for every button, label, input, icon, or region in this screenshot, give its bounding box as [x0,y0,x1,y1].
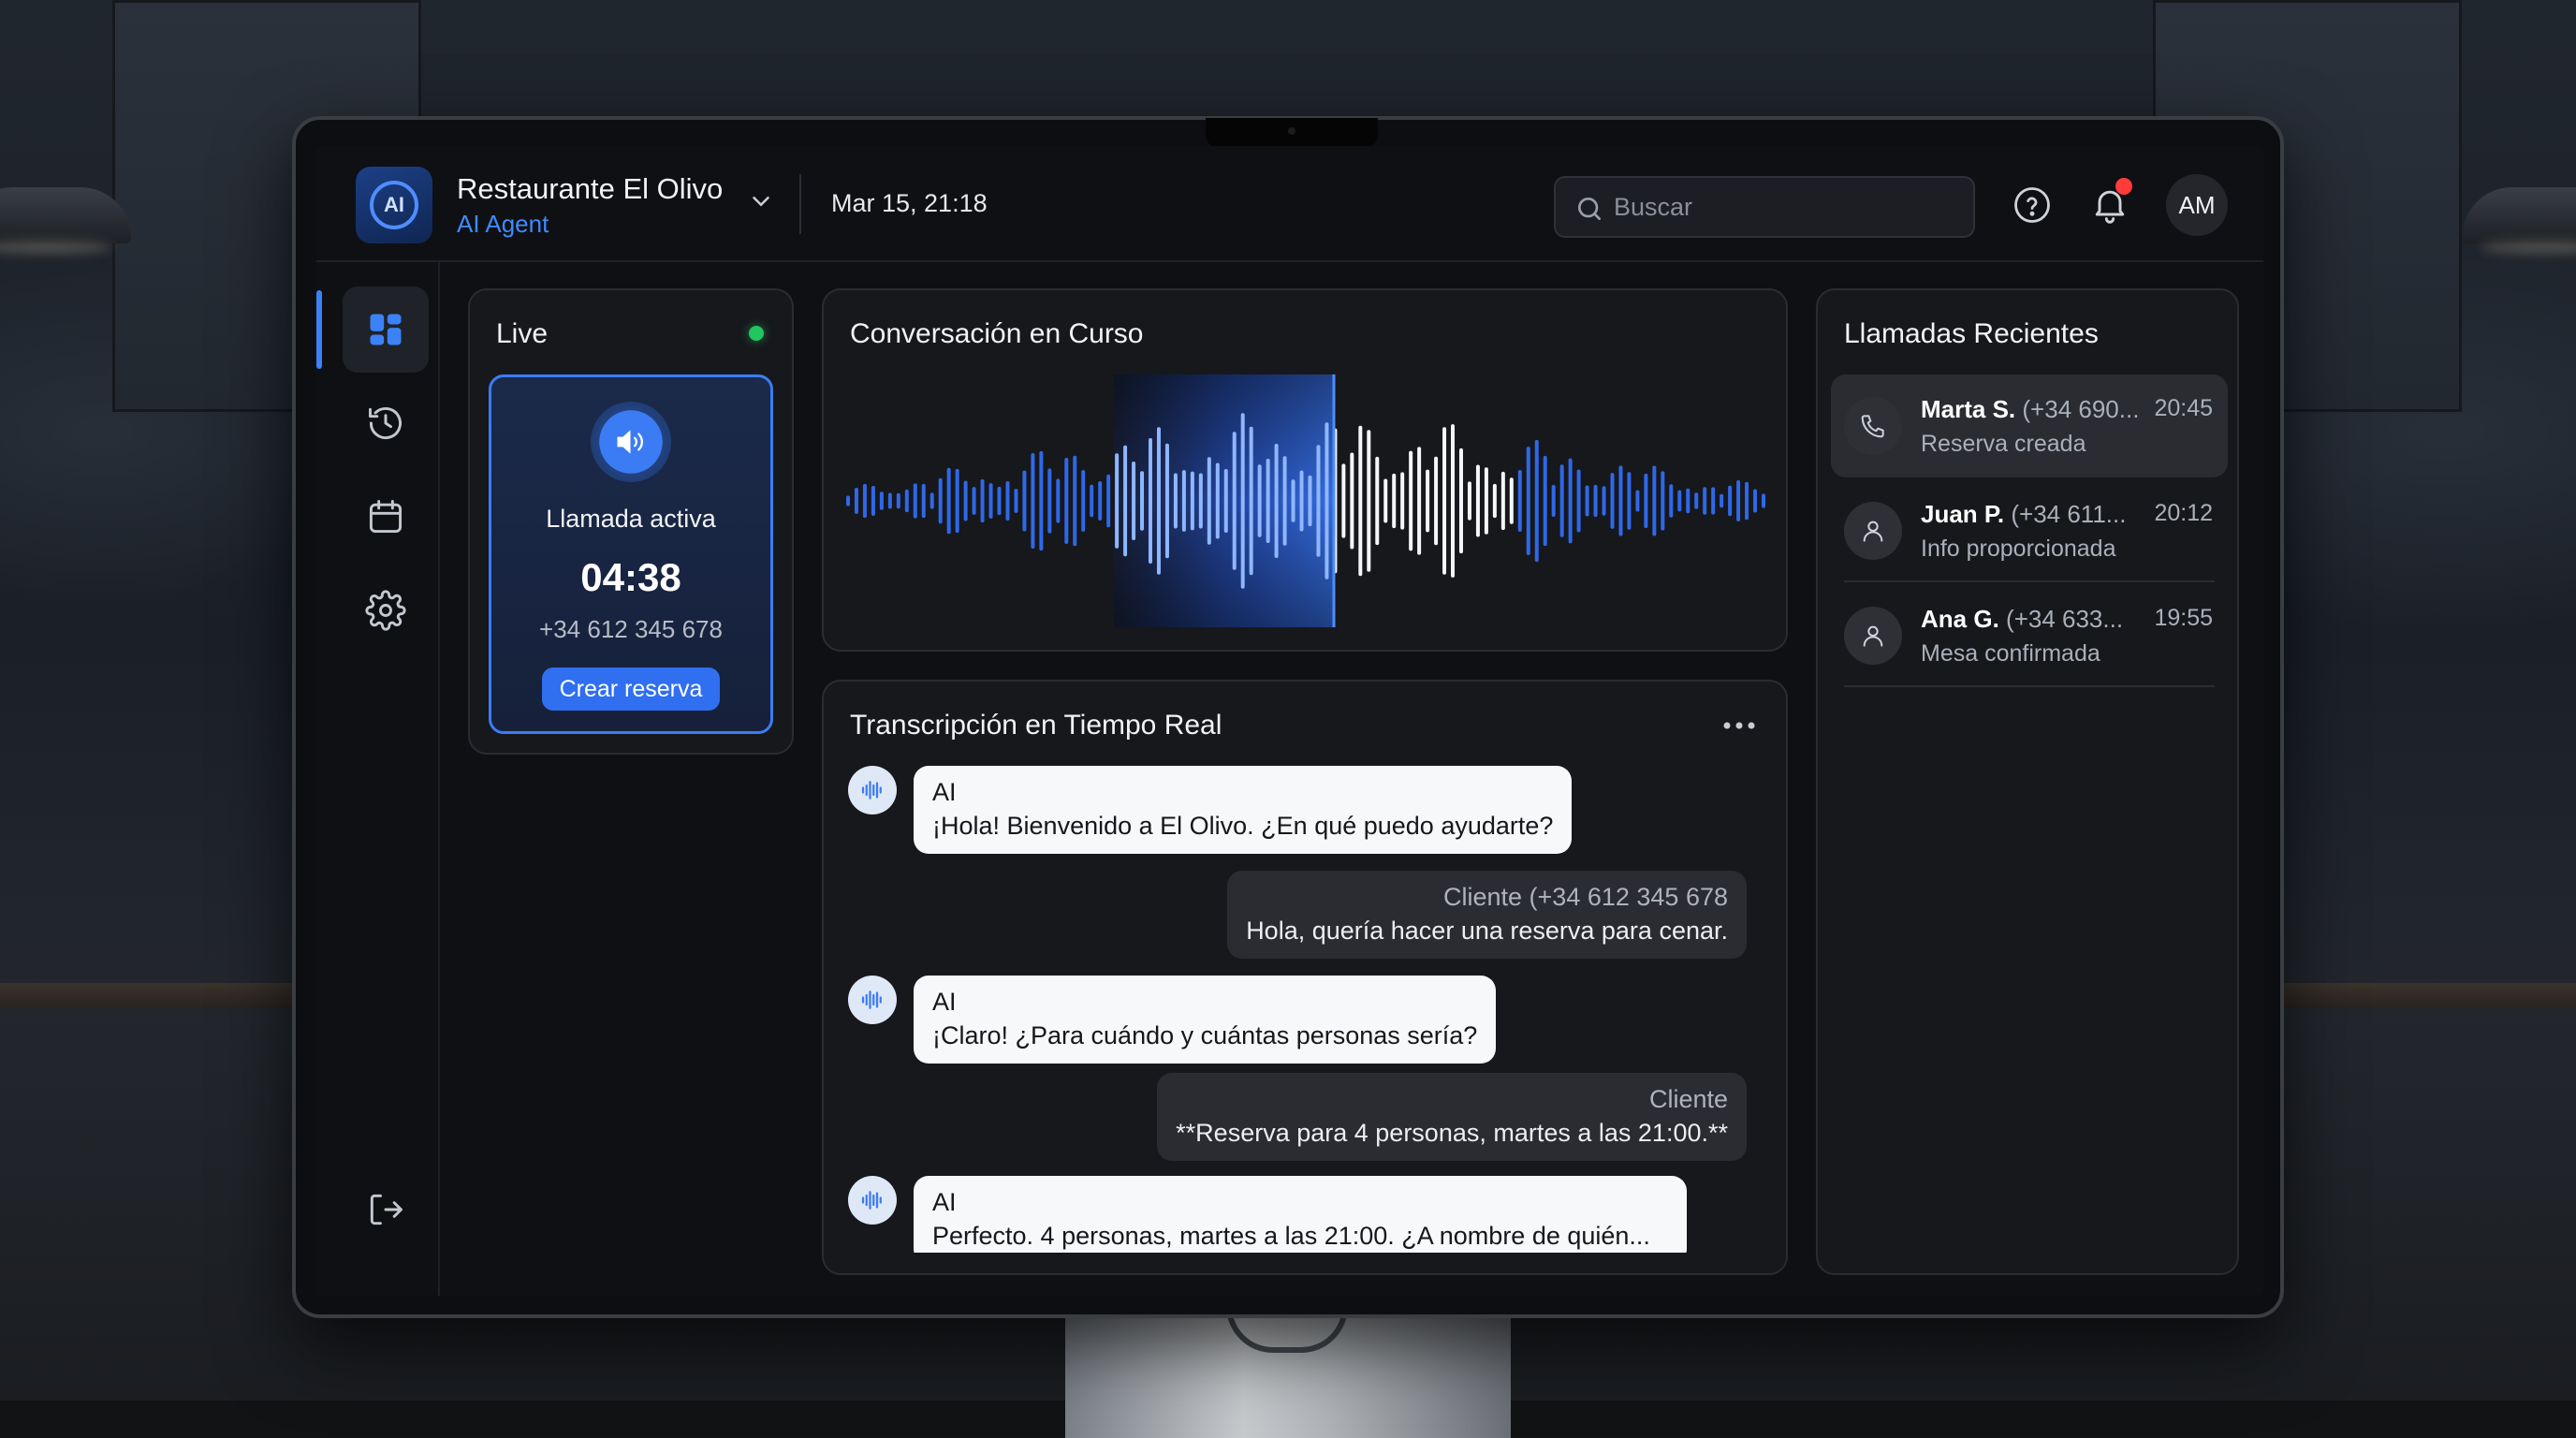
sidebar-item-dashboard[interactable] [343,286,429,373]
user-icon [1844,502,1902,560]
message-text: ¡Hola! Bienvenido a El Olivo. ¿En qué pu… [932,812,1554,840]
recent-call-item[interactable]: Juan P. (+34 611... 20:12 Info proporcio… [1831,479,2228,582]
speaker-icon [617,430,643,454]
sidebar-active-indicator [316,290,322,369]
transcript-messages: AI ¡Hola! Bienvenido a El Olivo. ¿En qué… [848,766,1765,1253]
caller-number: (+34 690... [2022,395,2140,423]
call-outcome: Reserva creada [1921,431,2086,457]
recent-calls-title: Llamadas Recientes [1844,318,2099,349]
calendar-icon [369,500,402,534]
call-time: 19:55 [2154,605,2213,631]
conversation-card: Conversación en Curso [822,288,1788,652]
restaurant-name[interactable]: Restaurante El Olivo [457,172,723,206]
caller-number: (+34 611... [2011,500,2127,528]
background-lamp-right [2462,187,2576,243]
background-lamp-left [0,187,131,243]
logout-icon [370,1194,402,1225]
sidebar [316,262,440,1296]
caller-name: Marta S. (+34 690... [1921,395,2140,423]
message-speaker: Cliente [1648,1085,1728,1113]
sidebar-item-history[interactable] [343,380,429,466]
search-icon [1578,198,1601,220]
message-text: ¡Claro! ¿Para cuándo y cuántas personas … [932,1021,1478,1049]
message-speaker: Cliente (+34 612 345 678 [1443,883,1728,911]
notification-badge [2115,178,2132,195]
message-speaker: AI [932,988,957,1016]
help-icon[interactable] [2012,185,2052,225]
background-desk-right [2275,983,2576,1007]
message-speaker: AI [932,778,957,806]
user-icon [1844,607,1902,665]
phone-icon [1844,397,1902,455]
current-datetime: Mar 15, 21:18 [831,189,988,217]
search-box[interactable] [1554,176,1975,238]
dashboard-icon [370,314,402,345]
live-status-dot [749,326,764,341]
top-header: AI Restaurante El Olivo AI Agent Mar 15,… [316,146,2263,262]
user-avatar[interactable]: AM [2166,174,2228,236]
recent-calls-card: Llamadas Recientes Marta S. (+34 690... … [1816,288,2239,1275]
message-ai: AI Perfecto. 4 personas, martes a las 21… [848,1176,1687,1253]
search-input[interactable] [1614,192,1951,222]
background-desk-left [0,983,300,1007]
settings-icon [365,590,406,631]
call-outcome: Mesa confirmada [1921,640,2100,667]
transcript-title: Transcripción en Tiempo Real [850,710,1222,741]
call-status: Llamada activa [546,505,716,533]
caller-phone: +34 612 345 678 [539,615,723,643]
call-time: 20:12 [2154,500,2213,526]
conversation-title: Conversación en Curso [850,318,1144,349]
live-card: Live Llamada activa 04:38 +34 612 345 67… [468,288,794,755]
ai-voice-icon [848,976,897,1024]
create-reservation-button[interactable]: Crear reserva [542,668,720,711]
row-divider [1844,580,2215,582]
header-divider [799,174,801,234]
message-bubble: AI Perfecto. 4 personas, martes a las 21… [914,1176,1687,1253]
monitor: AI Restaurante El Olivo AI Agent Mar 15,… [292,116,2284,1318]
message-speaker: AI [932,1188,957,1216]
sidebar-item-settings[interactable] [343,567,429,653]
message-text: Perfecto. 4 personas, martes a las 21:00… [932,1222,1650,1250]
message-client: Cliente **Reserva para 4 personas, marte… [1157,1073,1747,1161]
message-ai: AI ¡Hola! Bienvenido a El Olivo. ¿En qué… [848,766,1573,854]
more-options-icon[interactable] [1720,719,1758,732]
ai-voice-icon [848,1176,897,1225]
ai-voice-icon [848,766,897,814]
message-ai: AI ¡Claro! ¿Para cuándo y cuántas person… [848,976,1497,1064]
message-client: Cliente (+34 612 345 678 Hola, quería ha… [1227,871,1747,959]
message-bubble: AI ¡Claro! ¿Para cuándo y cuántas person… [914,976,1497,1064]
transcript-card: Transcripción en Tiempo Real AI ¡Hola! B… [822,680,1788,1275]
app-screen: AI Restaurante El Olivo AI Agent Mar 15,… [316,146,2263,1296]
recent-call-item[interactable]: Marta S. (+34 690... 20:45 Reserva cread… [1831,374,2228,477]
agent-subtitle: AI Agent [457,210,549,238]
row-divider [1844,685,2215,687]
audio-waveform [846,374,1765,627]
chevron-down-icon[interactable] [747,187,775,215]
camera-notch [1206,118,1378,148]
app-logo[interactable]: AI [356,167,432,243]
call-timer: 04:38 [580,555,681,599]
active-call-panel: Llamada activa 04:38 +34 612 345 678 Cre… [489,374,773,734]
speaker-button[interactable] [591,402,671,482]
caller-name: Juan P. (+34 611... [1921,500,2127,528]
recent-call-item[interactable]: Ana G. (+34 633... 19:55 Mesa confirmada [1831,584,2228,687]
call-outcome: Info proporcionada [1921,536,2116,562]
live-title: Live [496,318,549,349]
message-text: **Reserva para 4 personas, martes a las … [1176,1119,1728,1147]
sidebar-item-calendar[interactable] [343,474,429,560]
ai-logo-icon: AI [370,181,418,229]
message-text: Hola, quería hacer una reserva para cena… [1246,917,1728,945]
message-bubble: AI ¡Hola! Bienvenido a El Olivo. ¿En qué… [914,766,1573,854]
caller-name: Ana G. (+34 633... [1921,605,2124,633]
history-icon [369,406,402,440]
caller-number: (+34 633... [2006,605,2124,633]
sidebar-item-logout[interactable] [343,1167,429,1253]
call-time: 20:45 [2154,395,2213,421]
